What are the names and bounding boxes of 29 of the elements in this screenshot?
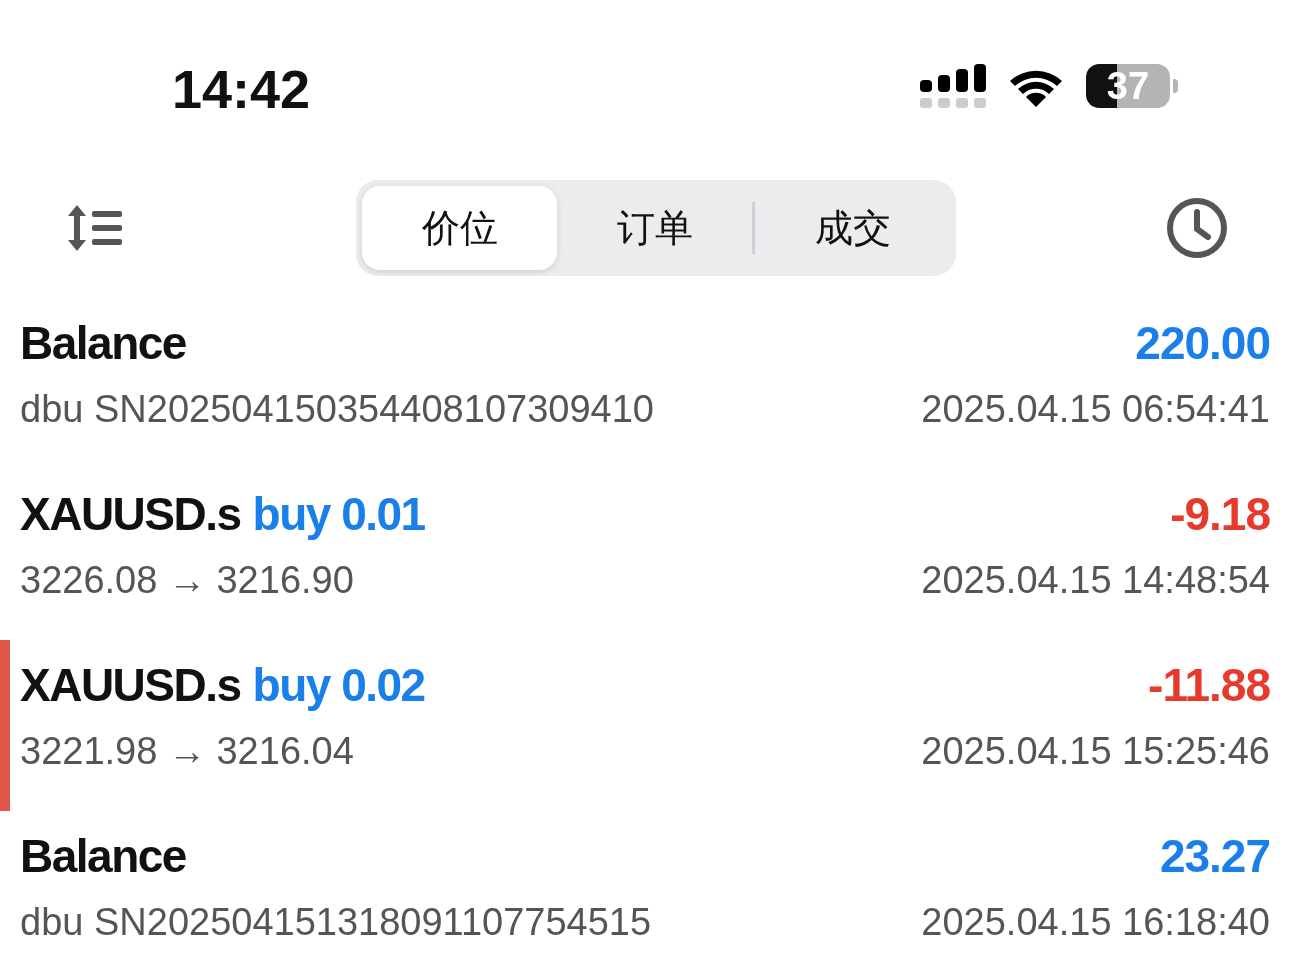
segment-tab[interactable]: 成交 [755, 186, 950, 270]
sort-icon[interactable] [68, 205, 122, 251]
deal-row[interactable]: Balance 23.27 dbu SN202504151318091107754515 2025.04.15 16:18:40 [0, 811, 1290, 977]
deal-amount: 220.00 [1135, 316, 1270, 370]
deal-time: 2025.04.15 16:18:40 [921, 901, 1270, 944]
deal-amount: -11.88 [1148, 658, 1270, 712]
deal-row[interactable]: XAUUSD.s buy 0.01 -9.18 3226.08 → 3216.90 2025.04.15 14:48:54 [0, 469, 1290, 640]
segment-tab[interactable]: 价位 [362, 186, 557, 270]
deal-comment: dbu SN202504150354408107309410 [20, 388, 654, 431]
order-type: buy 0.02 [252, 658, 425, 712]
status-time: 14:42 [172, 58, 311, 120]
deal-amount: -9.18 [1170, 487, 1270, 541]
order-type: buy 0.01 [252, 487, 425, 541]
segment-tab[interactable]: 订单 [557, 186, 752, 270]
deal-time: 2025.04.15 15:25:46 [921, 730, 1270, 773]
clock-icon[interactable] [1166, 197, 1228, 259]
deal-time: 2025.04.15 06:54:41 [921, 388, 1270, 431]
deal-row[interactable]: Balance 220.00 dbu SN202504150354408107309410 2025.04.15 06:54:41 [0, 298, 1290, 469]
deal-symbol: Balance [20, 829, 186, 883]
deal-row[interactable]: XAUUSD.s buy 0.02 -11.88 3221.98 → 3216.04 2025.04.15 15:25:46 [0, 640, 1290, 811]
deal-symbol: XAUUSD.s [20, 487, 241, 541]
deal-time: 2025.04.15 14:48:54 [921, 559, 1270, 602]
deal-symbol: Balance [20, 316, 186, 370]
deal-amount: 23.27 [1159, 829, 1270, 883]
deal-symbol: XAUUSD.s [20, 658, 241, 712]
deal-prices: 3226.08 → 3216.90 [20, 559, 354, 602]
deal-comment: dbu SN202504151318091107754515 [20, 901, 652, 944]
signal-icon [920, 64, 986, 108]
deal-prices: 3221.98 → 3216.04 [20, 730, 354, 773]
